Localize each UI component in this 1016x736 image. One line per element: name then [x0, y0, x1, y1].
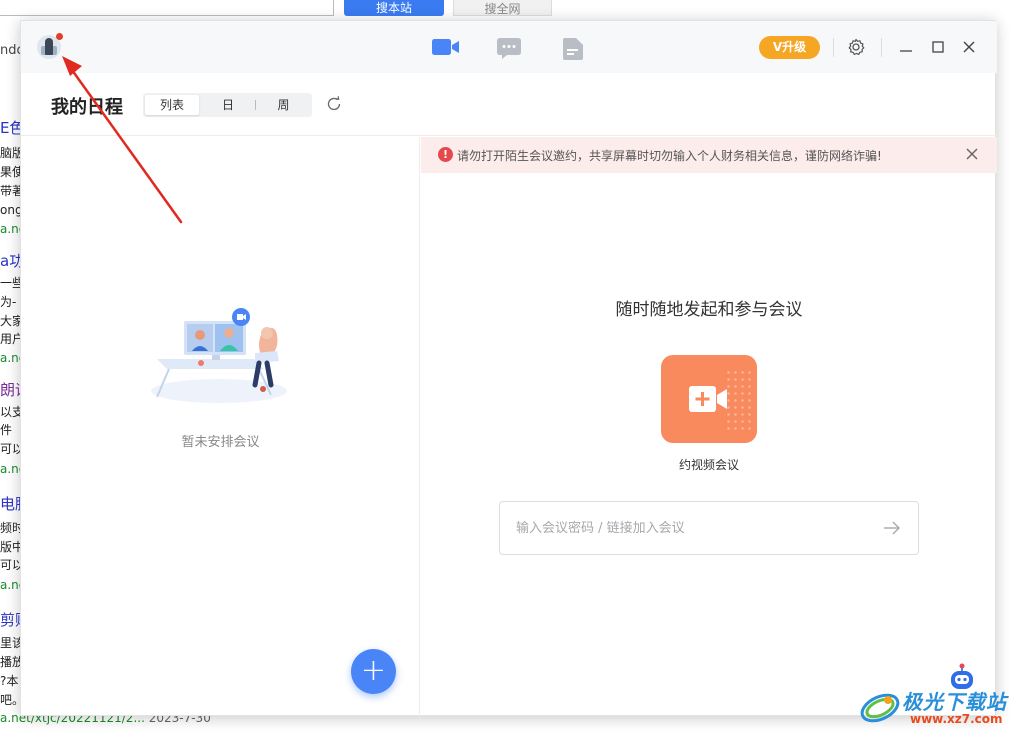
document-icon[interactable]	[563, 38, 583, 60]
background-fragment: 件	[0, 423, 13, 437]
browser-search-bar: 搜本站 搜全网	[0, 0, 1016, 18]
video-meeting-label: 约视频会议	[678, 458, 739, 472]
upgrade-button[interactable]: V升级	[759, 36, 820, 59]
video-meeting-icon[interactable]	[432, 37, 460, 57]
empty-schedule-text: 暂未安排会议	[181, 435, 260, 450]
view-switcher: 列表 日 周	[143, 93, 312, 117]
close-icon[interactable]	[960, 38, 978, 56]
refresh-icon[interactable]	[326, 96, 342, 112]
settings-icon[interactable]	[847, 38, 865, 56]
page-title: 我的日程	[51, 97, 123, 118]
minimize-icon[interactable]	[897, 38, 915, 56]
background-search-site-button[interactable]: 搜本站	[344, 0, 444, 16]
schedule-list-pane: 暂未安排会议 +	[21, 137, 420, 717]
join-meeting-field[interactable]	[499, 501, 919, 555]
arrow-right-icon[interactable]	[883, 520, 901, 536]
titlebar-divider-2	[881, 38, 882, 57]
meeting-action-pane: ! 请勿打开陌生会议邀约，共享屏幕时切勿输入个人财务相关信息，谨防网络诈骗! 随…	[421, 137, 997, 717]
tab-list[interactable]: 列表	[145, 95, 199, 115]
fraud-warning-banner: ! 请勿打开陌生会议邀约，共享屏幕时切勿输入个人财务相关信息，谨防网络诈骗!	[421, 137, 997, 173]
video-camera-plus-icon	[689, 386, 727, 412]
chat-icon[interactable]	[497, 38, 521, 59]
watermark-title: 极光下载站	[902, 690, 1007, 714]
watermark-logo-icon	[860, 693, 900, 723]
site-watermark: 极光下载站 www.xz7.com	[858, 682, 1016, 736]
maximize-icon[interactable]	[929, 38, 947, 56]
titlebar-divider	[833, 38, 834, 57]
background-search-web-button[interactable]: 搜全网	[453, 0, 552, 16]
meeting-slogan: 随时随地发起和参与会议	[615, 300, 803, 320]
empty-schedule-illustration	[151, 308, 287, 403]
background-fragment: ?本	[0, 674, 19, 688]
background-fragment: 为-	[0, 295, 17, 309]
notification-dot	[56, 33, 63, 40]
schedule-video-meeting-button[interactable]	[661, 355, 757, 443]
watermark-url: www.xz7.com	[910, 712, 1003, 726]
background-search-input[interactable]	[0, 0, 334, 16]
warning-icon: !	[438, 147, 453, 162]
schedule-header: 我的日程 列表 日 周	[21, 73, 997, 136]
warning-close-icon[interactable]	[965, 147, 979, 161]
warning-text: 请勿打开陌生会议邀约，共享屏幕时切勿输入个人财务相关信息，谨防网络诈骗!	[457, 149, 882, 163]
meeting-app-window: V升级 我的日程 列表 日 周 暂未安排会议 + ! 请勿打开陌生会议邀约，共享…	[20, 20, 997, 717]
join-meeting-input[interactable]	[516, 518, 856, 538]
tab-divider	[255, 100, 256, 110]
tab-day[interactable]: 日	[201, 95, 255, 115]
tab-week[interactable]: 周	[257, 95, 310, 115]
add-schedule-button[interactable]: +	[351, 649, 396, 694]
title-bar: V升级	[21, 21, 997, 73]
